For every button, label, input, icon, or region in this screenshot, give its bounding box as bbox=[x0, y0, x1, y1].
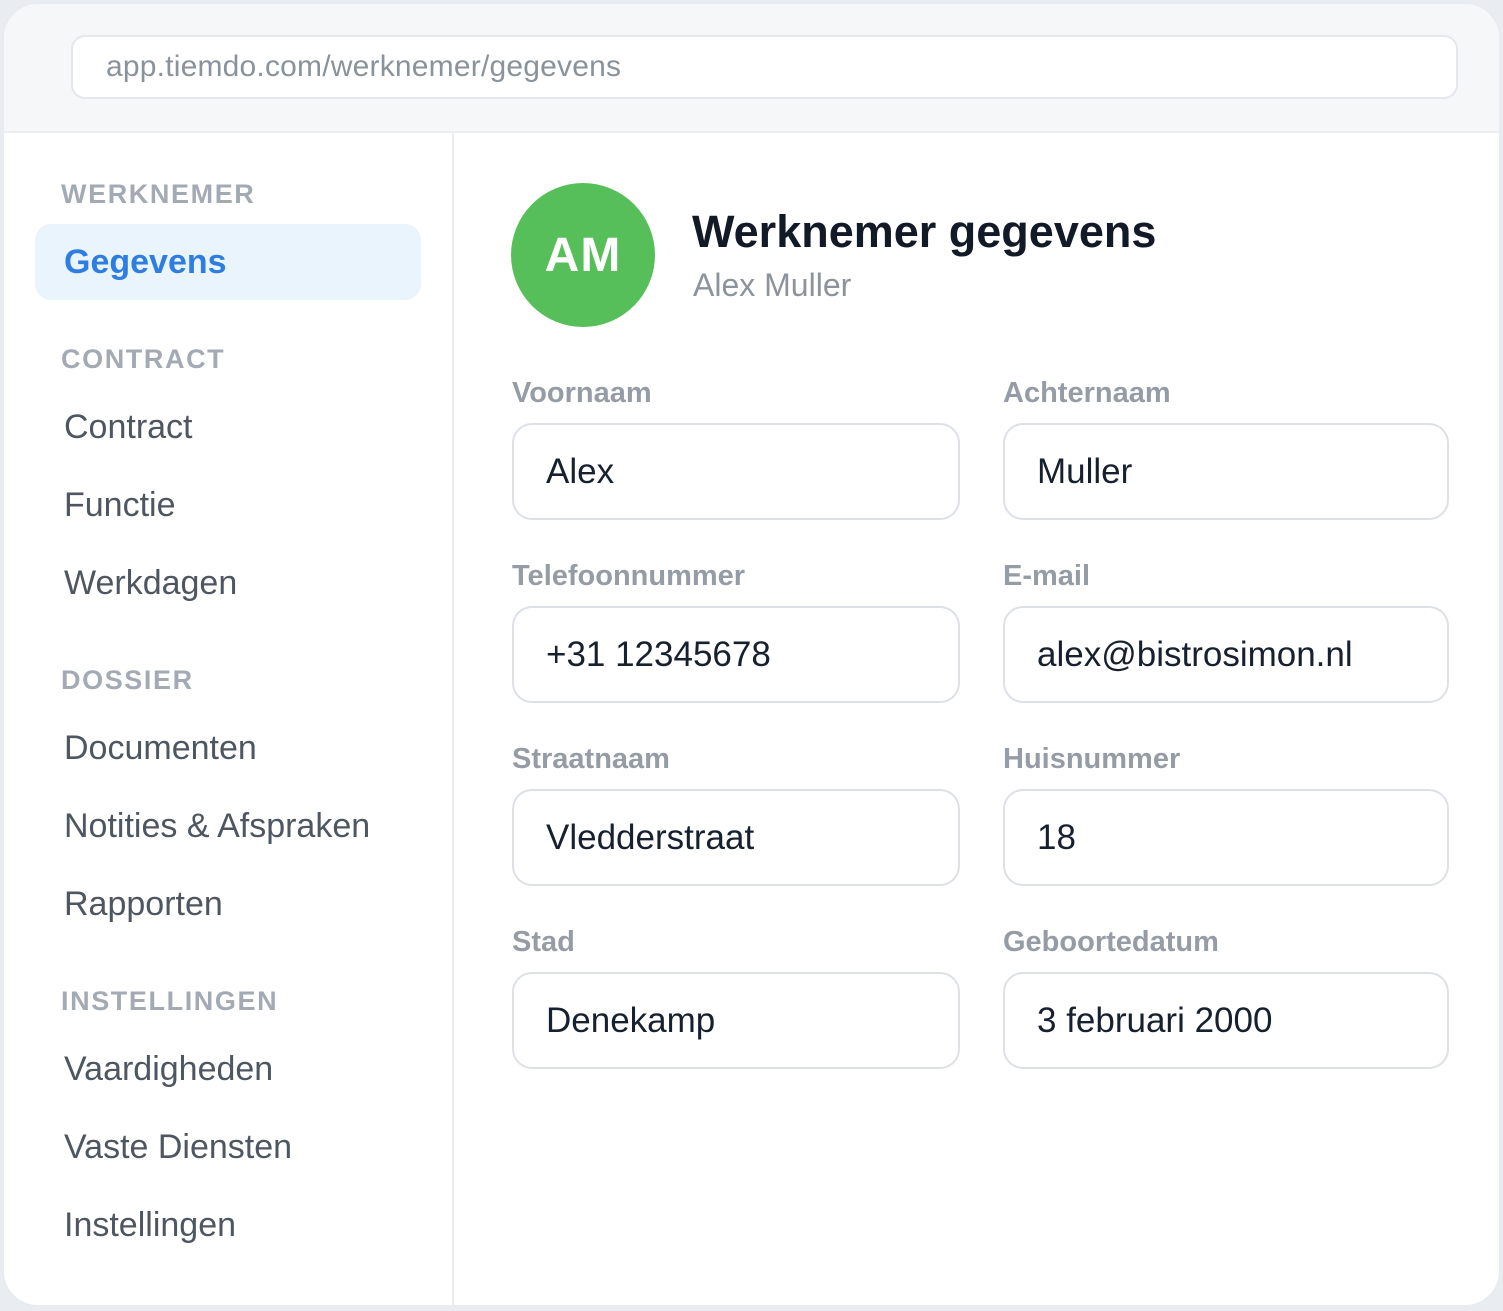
phone-field[interactable]: +31 12345678 bbox=[512, 606, 960, 703]
first-name-label: Voornaam bbox=[512, 377, 652, 409]
birth-date-label: Geboortedatum bbox=[1003, 926, 1219, 958]
street-label: Straatnaam bbox=[512, 743, 670, 775]
city-field[interactable]: Denekamp bbox=[512, 972, 960, 1069]
sidebar-item-vaste-diensten[interactable]: Vaste Diensten bbox=[35, 1109, 421, 1185]
sidebar-item-rapporten[interactable]: Rapporten bbox=[35, 866, 421, 942]
street-field[interactable]: Vledderstraat bbox=[512, 789, 960, 886]
sidebar-item-vaardigheden[interactable]: Vaardigheden bbox=[35, 1031, 421, 1107]
main-content: AM Werknemer gegevens Alex Muller Voorna… bbox=[456, 133, 1499, 1305]
sidebar-section-dossier: DOSSIER bbox=[61, 665, 194, 695]
sidebar-item-notities-afspraken[interactable]: Notities & Afspraken bbox=[35, 788, 421, 864]
sidebar-section-contract: CONTRACT bbox=[61, 344, 226, 374]
email-label: E-mail bbox=[1003, 560, 1091, 592]
sidebar-item-functie[interactable]: Functie bbox=[35, 467, 421, 543]
first-name-field[interactable]: Alex bbox=[512, 423, 960, 520]
sidebar-section-instellingen: INSTELLINGEN bbox=[61, 986, 279, 1016]
app-window: app.tiemdo.com/werknemer/gegevens WERKNE… bbox=[2, 2, 1501, 1307]
birth-date-field[interactable]: 3 februari 2000 bbox=[1003, 972, 1449, 1069]
sidebar-section-werknemer: WERKNEMER bbox=[61, 179, 256, 209]
phone-label: Telefoonnummer bbox=[512, 560, 746, 592]
house-number-field[interactable]: 18 bbox=[1003, 789, 1449, 886]
last-name-field[interactable]: Muller bbox=[1003, 423, 1449, 520]
url-bar[interactable]: app.tiemdo.com/werknemer/gegevens bbox=[71, 35, 1458, 99]
avatar: AM bbox=[511, 183, 655, 327]
last-name-label: Achternaam bbox=[1003, 377, 1171, 409]
page-subtitle: Alex Muller bbox=[693, 267, 852, 303]
city-label: Stad bbox=[512, 926, 575, 958]
sidebar-item-contract[interactable]: Contract bbox=[35, 389, 421, 465]
email-field[interactable]: alex@bistrosimon.nl bbox=[1003, 606, 1449, 703]
sidebar-item-instellingen[interactable]: Instellingen bbox=[35, 1187, 421, 1263]
house-number-label: Huisnummer bbox=[1003, 743, 1181, 775]
page-title: Werknemer gegevens bbox=[692, 206, 1157, 257]
sidebar-item-gegevens[interactable]: Gegevens bbox=[35, 224, 421, 300]
browser-toolbar: app.tiemdo.com/werknemer/gegevens bbox=[4, 4, 1499, 133]
sidebar: WERKNEMER Gegevens CONTRACT Contract Fun… bbox=[4, 133, 454, 1305]
sidebar-item-documenten[interactable]: Documenten bbox=[35, 710, 421, 786]
sidebar-item-werkdagen[interactable]: Werkdagen bbox=[35, 545, 421, 621]
